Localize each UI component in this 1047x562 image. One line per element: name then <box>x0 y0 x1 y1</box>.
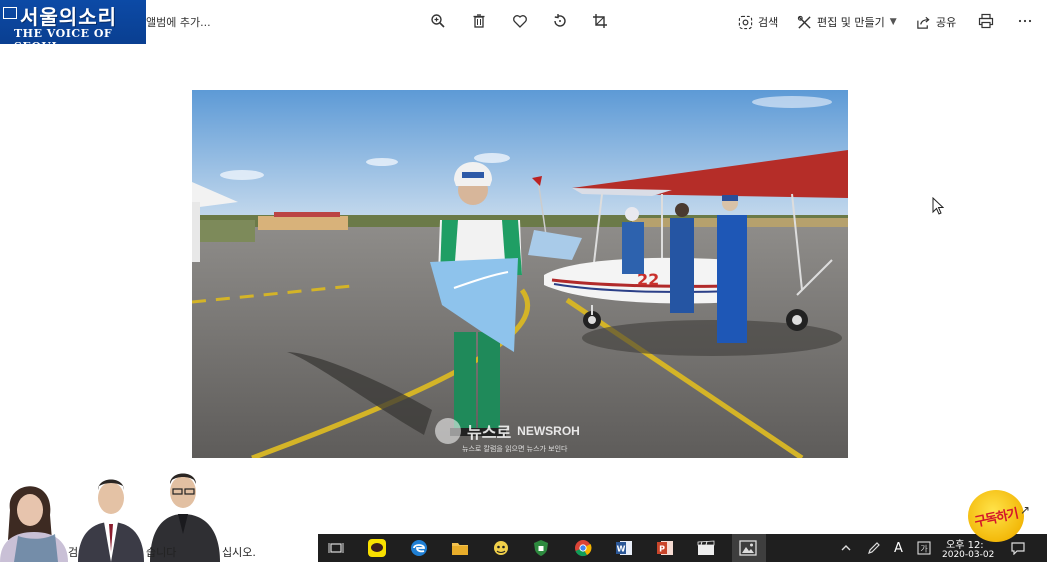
edit-create-button[interactable]: 편집 및 만들기 ▼ <box>797 12 897 32</box>
logo-title-en: THE VOICE OF SEOUL <box>14 27 113 44</box>
search-label: 검색 <box>758 16 779 29</box>
newsroh-watermark: 뉴스로 NEWSROH <box>435 418 580 444</box>
more-icon[interactable] <box>1015 11 1035 31</box>
main-photo: 22 뉴스로 NEWSROH 뉴스로 칼럼을 읽으면 뉴스가 보인다 <box>192 90 848 458</box>
tray-chevron-up-icon[interactable] <box>836 538 856 558</box>
watermark-subtitle: 뉴스로 칼럼을 읽으면 뉴스가 보인다 <box>462 445 568 453</box>
notification-icon[interactable] <box>1008 538 1028 558</box>
print-icon[interactable] <box>976 11 996 31</box>
svg-text:P: P <box>659 545 665 554</box>
channel-logo: 서울의소리 THE VOICE OF SEOUL <box>0 0 146 44</box>
zoom-icon[interactable] <box>428 11 448 31</box>
edge-icon[interactable] <box>409 538 429 558</box>
delete-icon[interactable] <box>469 11 489 31</box>
task-view-icon[interactable] <box>326 538 346 558</box>
arrow-icon: ↗ <box>1020 503 1031 517</box>
search-button[interactable]: 검색 <box>738 12 778 32</box>
watermark-en: NEWSROH <box>517 424 580 438</box>
share-icon <box>917 16 930 29</box>
rotate-icon[interactable] <box>550 11 570 31</box>
chrome-icon[interactable] <box>573 538 593 558</box>
clock-time[interactable]: 오후 12: <box>946 536 984 551</box>
caption-fragment-left: 검 <box>68 546 79 559</box>
webcam-overlay <box>0 470 222 562</box>
logo-mark-icon <box>3 7 17 19</box>
mouse-cursor-icon <box>932 197 944 215</box>
caption-fragment-middle: 습니다 <box>146 546 177 559</box>
security-icon[interactable] <box>531 538 551 558</box>
kakaotalk-icon[interactable] <box>367 538 387 558</box>
add-to-album-button[interactable]: 앨범에 추가... <box>146 14 211 30</box>
file-explorer-icon[interactable] <box>450 538 470 558</box>
edit-create-label: 편집 및 만들기 <box>817 16 885 29</box>
clock-date[interactable]: 2020-03-02 <box>942 550 994 560</box>
edit-icon <box>797 15 811 29</box>
powerpoint-icon[interactable]: P <box>655 538 675 558</box>
svg-text:W: W <box>617 545 626 554</box>
webcam-person-2 <box>76 470 146 562</box>
photos-icon[interactable] <box>738 538 758 558</box>
chevron-down-icon: ▼ <box>889 17 897 27</box>
photos-toolbar: 서울의소리 THE VOICE OF SEOUL 앨범에 추가... 검색 편집… <box>0 0 1047 44</box>
webcam-person-1 <box>0 470 72 562</box>
logo-title-ko: 서울의소리 <box>20 5 117 29</box>
caption-fragment-right: 십시오. <box>222 546 256 559</box>
share-label: 공유 <box>936 16 957 29</box>
video-icon[interactable] <box>696 538 716 558</box>
watermark-logo-icon <box>435 418 461 444</box>
pen-icon[interactable] <box>864 538 884 558</box>
korean-ime-icon[interactable]: 가 <box>914 538 934 558</box>
airfield-photo-illustration: 22 <box>192 90 848 458</box>
svg-text:가: 가 <box>920 545 928 554</box>
search-icon <box>738 15 753 29</box>
ime-indicator[interactable]: A <box>894 541 903 556</box>
share-button[interactable]: 공유 <box>916 12 956 32</box>
watermark-ko: 뉴스로 <box>467 423 512 442</box>
crop-icon[interactable] <box>590 11 610 31</box>
word-icon[interactable]: W <box>614 538 634 558</box>
app-icon[interactable] <box>491 538 511 558</box>
subscribe-label: 구독하기 <box>973 506 1020 530</box>
favorite-icon[interactable] <box>510 11 530 31</box>
subscribe-badge[interactable]: 구독하기 <box>968 490 1024 542</box>
